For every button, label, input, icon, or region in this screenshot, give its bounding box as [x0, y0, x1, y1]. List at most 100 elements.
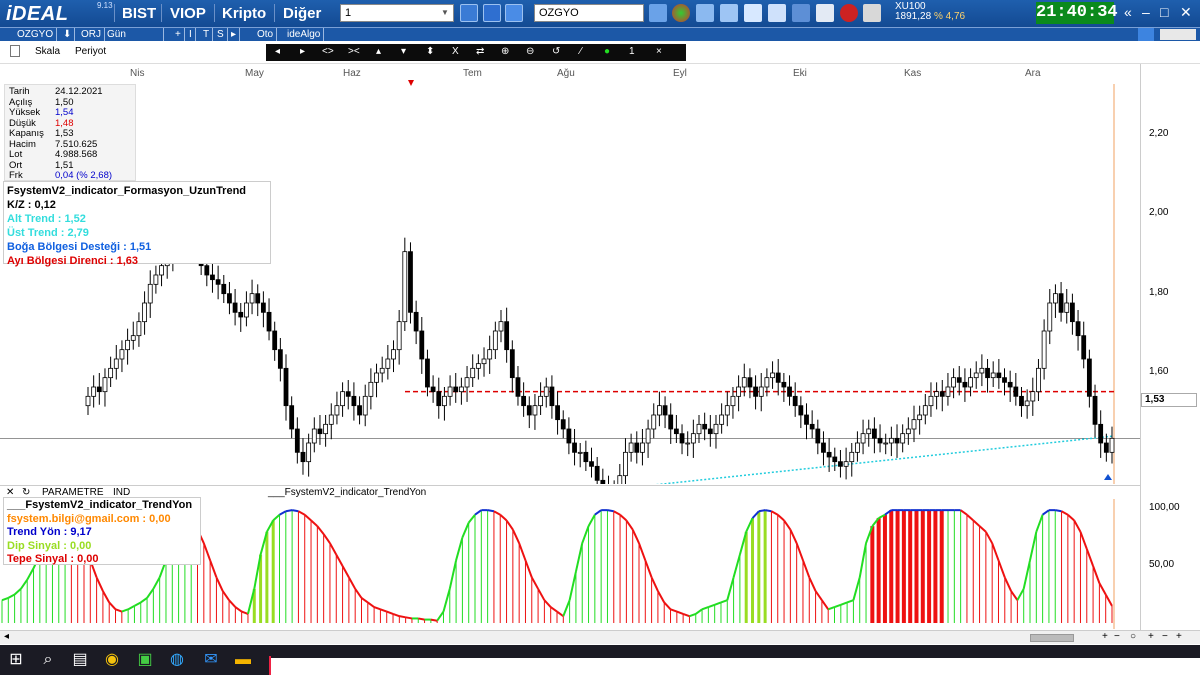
candle-body — [702, 423, 708, 430]
symbol-combo[interactable]: 1 ▼ — [340, 4, 454, 22]
menu-diger[interactable]: Diğer — [283, 5, 321, 22]
reset-icon[interactable]: ↺ — [552, 46, 560, 57]
search-input[interactable]: OZGYO — [534, 4, 644, 22]
indicator-line — [493, 510, 501, 516]
candle-body — [956, 377, 962, 383]
candle-body — [600, 479, 606, 484]
settings-icon[interactable]: ○ — [1130, 631, 1136, 642]
close-icon[interactable]: ✕ — [1180, 4, 1192, 21]
t-button[interactable]: T — [200, 28, 214, 41]
candle-body — [515, 377, 521, 397]
shrink-icon[interactable]: >< — [348, 46, 360, 57]
menu-bist[interactable]: BIST — [122, 5, 156, 22]
close-icon[interactable]: × — [656, 46, 662, 57]
up-icon[interactable]: ▴ — [376, 46, 381, 57]
auto-button[interactable]: Oto — [254, 28, 278, 41]
window-icon[interactable] — [649, 4, 667, 22]
up-down-icon[interactable] — [460, 4, 478, 22]
pen-icon[interactable]: ∕ — [580, 46, 582, 57]
download-icon[interactable]: ⬇ — [60, 28, 76, 41]
prev-icon[interactable]: ◂ — [275, 46, 280, 57]
indicator-line — [335, 554, 344, 567]
minimize-icon[interactable]: – — [1142, 4, 1150, 20]
vertical-resize-icon[interactable]: ⬍ — [426, 46, 434, 57]
panel-controls[interactable] — [1160, 29, 1196, 40]
i-button[interactable]: I — [186, 28, 196, 41]
candle-body — [487, 349, 493, 360]
task-view-icon[interactable]: ▤ — [69, 649, 91, 671]
zoom-out-icon[interactable]: − — [1114, 631, 1120, 642]
candle-body — [96, 386, 102, 393]
twitter-icon[interactable] — [1138, 28, 1154, 41]
scroll-left-icon[interactable]: ◂ — [4, 631, 9, 642]
cube-icon[interactable] — [816, 4, 834, 22]
save-icon[interactable] — [483, 4, 501, 22]
search-icon[interactable]: ⌕ — [37, 649, 59, 671]
brush-icon[interactable] — [863, 4, 881, 22]
indicator-line — [638, 542, 647, 561]
play-icon[interactable]: ▸ — [228, 28, 241, 41]
list-icon[interactable] — [720, 4, 738, 22]
collapse-icon[interactable]: « — [1124, 4, 1132, 20]
color-dot-icon[interactable]: ● — [604, 46, 610, 57]
candle-body — [1103, 442, 1109, 453]
chrome-icon[interactable]: ◉ — [101, 649, 123, 671]
price-chart[interactable] — [0, 64, 1140, 484]
zoom-in-icon[interactable]: + — [1102, 631, 1108, 642]
maximize-icon[interactable]: □ — [1160, 4, 1168, 20]
candle-body — [119, 349, 125, 360]
next-icon[interactable]: ▸ — [300, 46, 305, 57]
candle-body — [283, 367, 289, 407]
menu-kripto[interactable]: Kripto — [222, 5, 266, 22]
zoom-in-icon[interactable]: ⊕ — [501, 46, 509, 57]
down-icon[interactable]: ▾ — [401, 46, 406, 57]
windows-icon[interactable]: ⊞ — [5, 649, 27, 671]
zoom-out-icon[interactable]: ⊖ — [526, 46, 534, 57]
scale-button[interactable]: Skala — [35, 46, 60, 57]
search-icon[interactable] — [696, 4, 714, 22]
app-version: 9.13 — [97, 1, 113, 10]
symbol-tab[interactable]: OZGYO — [14, 28, 58, 41]
fit-icon[interactable]: + — [1176, 631, 1182, 642]
line-chart-icon[interactable] — [744, 4, 762, 22]
orj-button[interactable]: ORJ — [78, 28, 105, 41]
info-key: Tarih — [9, 86, 30, 97]
candle-body — [815, 428, 821, 444]
s-button[interactable]: S — [214, 28, 228, 41]
monitor-icon[interactable] — [505, 4, 523, 22]
line-width[interactable]: 1 — [629, 46, 635, 57]
book-icon[interactable] — [792, 4, 810, 22]
candle-body — [657, 405, 662, 416]
zoom-out-icon[interactable]: − — [1162, 631, 1168, 642]
menu-viop[interactable]: VIOP — [170, 5, 206, 22]
info-value: 4.988.568 — [55, 149, 98, 160]
cross-icon[interactable]: X — [452, 46, 459, 57]
chevron-down-icon: ▼ — [441, 8, 449, 17]
horizontal-scrollbar[interactable]: ◂ + − ○ + − + — [0, 630, 1200, 644]
candle-body — [577, 451, 583, 454]
mail-icon[interactable]: ✉ — [200, 649, 222, 671]
edge-icon[interactable]: ◍ — [166, 649, 188, 671]
candle-body — [764, 377, 770, 388]
indicator-line — [966, 513, 974, 522]
pie-chart-icon[interactable] — [672, 4, 690, 22]
candle-body — [260, 302, 266, 313]
candle-body — [498, 321, 504, 332]
add-button[interactable]: + — [172, 28, 185, 41]
indicator-line — [682, 612, 690, 618]
period-select[interactable]: Gün — [104, 28, 164, 41]
scroll-thumb[interactable] — [1030, 634, 1074, 642]
swap-icon[interactable]: ⇄ — [476, 46, 484, 57]
info-key: Frk — [9, 170, 23, 181]
bar-chart-icon[interactable] — [768, 4, 786, 22]
image-app-icon[interactable]: ▣ — [134, 649, 156, 671]
print-icon[interactable] — [10, 45, 20, 57]
indicator-line — [360, 597, 369, 604]
candle-body — [566, 428, 572, 444]
folder-icon[interactable]: ▬ — [232, 649, 254, 671]
expand-icon[interactable]: <> — [322, 46, 334, 57]
zoom-in-icon[interactable]: + — [1148, 631, 1154, 642]
idealgo-button[interactable]: ideAlgo — [284, 28, 325, 41]
period-button[interactable]: Periyot — [75, 46, 106, 57]
bug-icon[interactable] — [840, 4, 858, 22]
